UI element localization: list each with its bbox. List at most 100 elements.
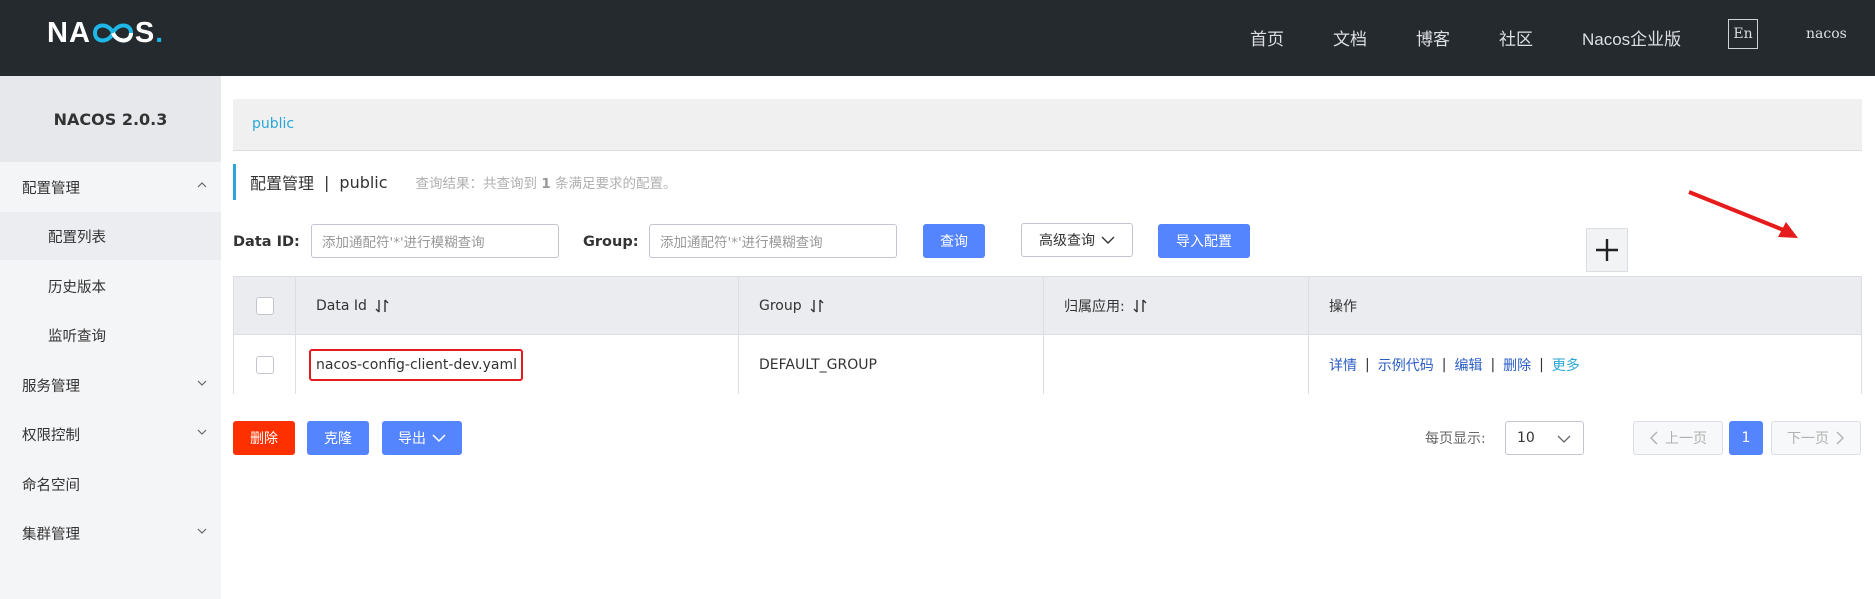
main-content: public 配置管理 | public 查询结果：共查询到 1 条满足要求的配… — [221, 76, 1875, 599]
chevron-down-icon — [432, 434, 446, 443]
nav-home[interactable]: 首页 — [1250, 25, 1284, 50]
op-separator: | — [1539, 356, 1544, 373]
select-all-cell — [234, 277, 296, 334]
chevron-down-icon — [197, 380, 207, 386]
op-sample-code-link[interactable]: 示例代码 — [1378, 355, 1434, 375]
batch-delete-button[interactable]: 删除 — [233, 421, 295, 455]
namespace-tab-public[interactable]: public — [252, 116, 294, 132]
page-title-main: 配置管理 — [250, 174, 315, 193]
clone-button[interactable]: 克隆 — [307, 421, 369, 455]
chevron-right-icon — [1836, 431, 1844, 445]
chevron-up-icon — [197, 182, 207, 188]
import-config-button[interactable]: 导入配置 — [1158, 224, 1250, 258]
header-app[interactable]: 归属应用: — [1044, 277, 1309, 334]
sidebar-item-label: 命名空间 — [22, 477, 80, 494]
cell-group: DEFAULT_GROUP — [739, 335, 1044, 394]
op-detail-link[interactable]: 详情 — [1329, 355, 1357, 375]
sidebar-item-history[interactable]: 历史版本 — [0, 262, 221, 310]
nacos-logo[interactable]: NA S . — [47, 16, 164, 50]
chevron-down-icon — [1101, 236, 1115, 244]
chevron-down-icon — [197, 528, 207, 534]
header-label: Group — [759, 297, 802, 314]
chevron-left-icon — [1650, 431, 1658, 445]
nav-enterprise[interactable]: Nacos企业版 — [1582, 25, 1681, 50]
chevron-down-icon — [1557, 435, 1571, 443]
sidebar-item-cluster-management[interactable]: 集群管理 — [0, 509, 221, 557]
cell-operations: 详情 | 示例代码 | 编辑 | 删除 | 更多 — [1309, 335, 1861, 394]
page-size-label: 每页显示: — [1425, 431, 1486, 447]
sidebar-item-config-list[interactable]: 配置列表 — [0, 212, 221, 260]
table-row: nacos-config-client-dev.yaml DEFAULT_GRO… — [234, 335, 1861, 394]
header-label: 操作 — [1329, 298, 1357, 315]
sidebar-item-label: 权限控制 — [22, 427, 80, 444]
sort-icon[interactable] — [810, 298, 824, 314]
export-button[interactable]: 导出 — [382, 421, 462, 455]
dataid-search-input[interactable]: 添加通配符'*'进行模糊查询 — [311, 224, 559, 258]
group-search-input[interactable]: 添加通配符'*'进行模糊查询 — [649, 224, 897, 258]
sidebar-version-title: NACOS 2.0.3 — [0, 76, 221, 162]
user-name[interactable]: nacos — [1806, 26, 1847, 42]
query-result-note: 查询结果：共查询到 1 条满足要求的配置。 — [416, 172, 677, 192]
advanced-query-button[interactable]: 高级查询 — [1021, 223, 1133, 257]
prev-page-label: 上一页 — [1665, 431, 1707, 447]
language-switch-button[interactable]: En — [1728, 19, 1758, 49]
header-group[interactable]: Group — [739, 277, 1044, 334]
chevron-down-icon — [197, 429, 207, 435]
next-page-button[interactable]: 下一页 — [1771, 421, 1861, 455]
top-navbar: NA S . 首页 文档 博客 社区 Nacos企业版 En nacos — [0, 0, 1875, 76]
group-label: Group: — [583, 234, 639, 250]
export-label: 导出 — [398, 431, 426, 447]
page-size-value: 10 — [1517, 430, 1535, 446]
logo-text-suffix: S — [134, 16, 156, 49]
sidebar-item-label: 集群管理 — [22, 526, 80, 543]
op-delete-link[interactable]: 删除 — [1503, 355, 1531, 375]
nav-blog[interactable]: 博客 — [1416, 25, 1450, 50]
sidebar-item-label: 监听查询 — [48, 328, 106, 345]
op-separator: | — [1490, 356, 1496, 373]
header-label: 归属应用: — [1064, 298, 1125, 315]
select-all-checkbox[interactable] — [255, 296, 274, 315]
next-page-label: 下一页 — [1787, 431, 1829, 447]
page-title-separator: | — [324, 172, 330, 192]
add-config-button[interactable] — [1586, 228, 1628, 272]
row-checkbox[interactable] — [255, 355, 274, 374]
sort-icon[interactable] — [1133, 298, 1147, 314]
op-edit-link[interactable]: 编辑 — [1454, 355, 1482, 375]
advanced-query-label: 高级查询 — [1039, 233, 1095, 249]
sort-icon[interactable] — [375, 298, 389, 314]
dataid-value-highlighted[interactable]: nacos-config-client-dev.yaml — [309, 348, 523, 381]
sidebar-item-config-management[interactable]: 配置管理 — [0, 163, 221, 211]
note-suffix: 条满足要求的配置。 — [555, 176, 677, 192]
op-separator: | — [1365, 356, 1370, 373]
sidebar: NACOS 2.0.3 配置管理 配置列表 历史版本 监听查询 服务管理 权限控… — [0, 76, 221, 599]
note-count: 1 — [541, 176, 551, 192]
nav-docs[interactable]: 文档 — [1333, 25, 1367, 50]
header-operations: 操作 — [1309, 277, 1861, 334]
header-label: Data Id — [316, 297, 367, 314]
sidebar-item-namespace[interactable]: 命名空间 — [0, 460, 221, 508]
sidebar-item-service-management[interactable]: 服务管理 — [0, 361, 221, 409]
plus-icon — [1596, 239, 1618, 261]
cell-dataid: nacos-config-client-dev.yaml — [296, 335, 739, 394]
page-number-current[interactable]: 1 — [1729, 421, 1763, 455]
sidebar-item-label: 配置管理 — [22, 180, 80, 197]
sidebar-item-label: 配置列表 — [48, 229, 106, 246]
search-button[interactable]: 查询 — [923, 224, 985, 258]
note-prefix: 查询结果：共查询到 — [415, 176, 538, 192]
header-dataid[interactable]: Data Id — [296, 277, 739, 334]
sidebar-item-label: 历史版本 — [48, 279, 106, 296]
op-separator: | — [1441, 356, 1447, 373]
namespace-bar: public — [233, 99, 1862, 151]
prev-page-button[interactable]: 上一页 — [1633, 421, 1723, 455]
sidebar-item-label: 服务管理 — [22, 378, 80, 395]
config-table: Data Id Group 归属应用: 操作 nacos-config-clie… — [233, 276, 1862, 394]
dataid-label: Data ID: — [233, 234, 300, 250]
nav-community[interactable]: 社区 — [1499, 25, 1533, 50]
sidebar-item-listening-query[interactable]: 监听查询 — [0, 311, 221, 359]
sidebar-item-access-control[interactable]: 权限控制 — [0, 410, 221, 458]
annotation-arrow-icon — [1688, 190, 1798, 238]
op-more-link[interactable]: 更多 — [1552, 355, 1580, 375]
page-size-select[interactable]: 10 — [1505, 421, 1584, 455]
logo-dot: . — [155, 17, 165, 48]
page-title: 配置管理 | public 查询结果：共查询到 1 条满足要求的配置。 — [233, 164, 833, 200]
